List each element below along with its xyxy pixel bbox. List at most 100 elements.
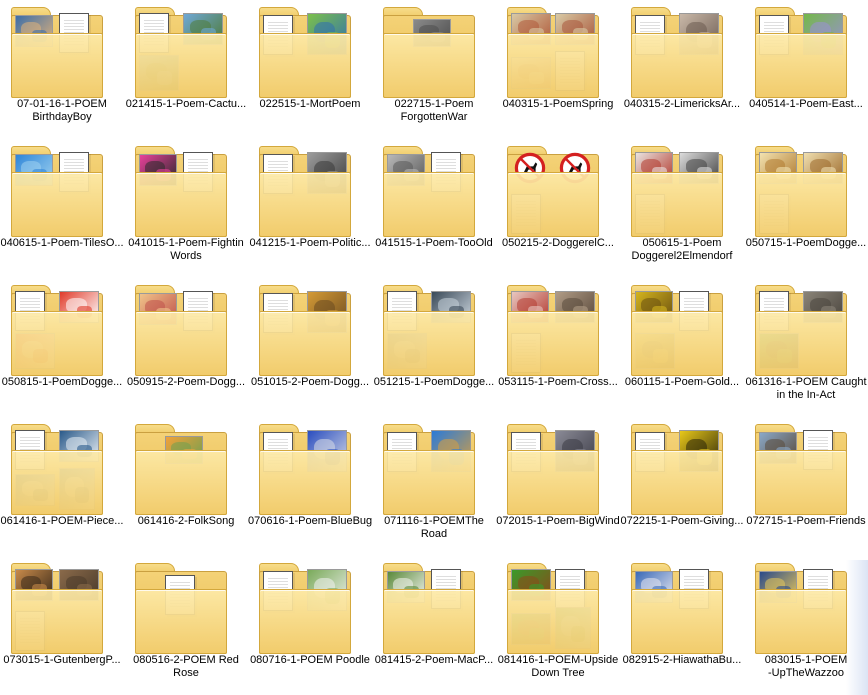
folder-item[interactable]: 072215-1-Poem-Giving...	[620, 417, 744, 556]
folder-label: 072015-1-Poem-BigWind	[496, 515, 620, 527]
folder-icon	[631, 146, 723, 237]
folder-front-panel	[755, 450, 847, 515]
folder-item[interactable]: 051015-2-Poem-Dogg...	[248, 278, 372, 417]
folder-label: 081416-1-POEM-Upside Down Tree	[497, 654, 619, 679]
folder-item[interactable]: 073015-1-GutenbergP...	[0, 556, 124, 695]
folder-item[interactable]: 061416-2-FolkSong	[124, 417, 248, 556]
folder-front-panel	[135, 450, 227, 515]
folder-front-panel	[631, 589, 723, 654]
folder-icon	[507, 146, 599, 237]
folder-item[interactable]: 071116-1-POEMThe Road	[372, 417, 496, 556]
folder-front-panel	[507, 589, 599, 654]
folder-icon	[11, 563, 103, 654]
folder-label: 073015-1-GutenbergP...	[3, 654, 121, 666]
folder-icon	[383, 563, 475, 654]
folder-label: 041215-1-Poem-Politic...	[249, 237, 371, 249]
folder-icon	[135, 146, 227, 237]
folder-label: 022515-1-MortPoem	[259, 98, 361, 110]
folder-item[interactable]: 050715-1-PoemDogge...	[744, 139, 868, 278]
folder-icon	[755, 7, 847, 98]
folder-item[interactable]: 072015-1-Poem-BigWind	[496, 417, 620, 556]
folder-front-panel	[755, 33, 847, 98]
folder-icon	[631, 7, 723, 98]
folder-label: 022715-1-Poem ForgottenWar	[394, 98, 474, 123]
folder-icon	[135, 7, 227, 98]
folder-icon	[259, 7, 351, 98]
folder-icon	[755, 424, 847, 515]
folder-item[interactable]: 081415-2-Poem-MacP...	[372, 556, 496, 695]
folder-item[interactable]: 040615-1-Poem-TilesO...	[0, 139, 124, 278]
folder-item[interactable]: 021415-1-Poem-Cactu...	[124, 0, 248, 139]
folder-front-panel	[259, 450, 351, 515]
folder-label: 050215-2-DoggerelC...	[502, 237, 614, 249]
folder-item[interactable]: 060115-1-Poem-Gold...	[620, 278, 744, 417]
scroll-edge-shade	[846, 560, 868, 695]
folder-item[interactable]: 080716-1-POEM Poodle	[248, 556, 372, 695]
folder-item[interactable]: 041515-1-Poem-TooOld	[372, 139, 496, 278]
folder-label: 080516-2-POEM Red Rose	[133, 654, 239, 679]
folder-front-panel	[11, 33, 103, 98]
folder-front-panel	[507, 33, 599, 98]
folder-front-panel	[11, 589, 103, 654]
folder-icon	[11, 285, 103, 376]
folder-front-panel	[383, 589, 475, 654]
folder-front-panel	[755, 589, 847, 654]
folder-front-panel	[259, 33, 351, 98]
folder-front-panel	[631, 450, 723, 515]
folder-item[interactable]: 061416-1-POEM-Piece...	[0, 417, 124, 556]
folder-icon	[507, 285, 599, 376]
folder-front-panel	[631, 33, 723, 98]
folder-icon	[259, 285, 351, 376]
folder-icon	[11, 7, 103, 98]
folder-item[interactable]: 022515-1-MortPoem	[248, 0, 372, 139]
folder-label: 050715-1-PoemDogge...	[745, 237, 867, 249]
folder-icon	[259, 424, 351, 515]
folder-item[interactable]: 053115-1-Poem-Cross...	[496, 278, 620, 417]
folder-label: 070616-1-Poem-BlueBug	[248, 515, 372, 527]
folder-item[interactable]: 050915-2-Poem-Dogg...	[124, 278, 248, 417]
folder-front-panel	[135, 589, 227, 654]
folder-label: 021415-1-Poem-Cactu...	[125, 98, 247, 110]
folder-front-panel	[11, 311, 103, 376]
folder-front-panel	[507, 172, 599, 237]
folder-front-panel	[755, 172, 847, 237]
folder-item[interactable]: 050215-2-DoggerelC...	[496, 139, 620, 278]
folder-item[interactable]: 082915-2-HiawathaBu...	[620, 556, 744, 695]
folder-item[interactable]: 051215-1-PoemDogge...	[372, 278, 496, 417]
folder-item[interactable]: 041215-1-Poem-Politic...	[248, 139, 372, 278]
folder-icon	[11, 424, 103, 515]
folder-item[interactable]: 040315-1-PoemSpring	[496, 0, 620, 139]
folder-label: 050815-1-PoemDogge...	[1, 376, 123, 388]
folder-item[interactable]: 050615-1-Poem Doggerel2Elmendorf	[620, 139, 744, 278]
folder-label: 040615-1-Poem-TilesO...	[0, 237, 124, 249]
folder-front-panel	[631, 311, 723, 376]
folder-front-panel	[383, 311, 475, 376]
folder-item[interactable]: 061316-1-POEM Caught in the In-Act	[744, 278, 868, 417]
folder-label: 081415-2-Poem-MacP...	[374, 654, 494, 666]
folder-item[interactable]: 072715-1-Poem-Friends	[744, 417, 868, 556]
folder-front-panel	[135, 172, 227, 237]
folder-label: 061316-1-POEM Caught in the In-Act	[745, 376, 867, 401]
folder-icon	[507, 424, 599, 515]
folder-label: 072215-1-Poem-Giving...	[620, 515, 744, 527]
folder-item[interactable]: 050815-1-PoemDogge...	[0, 278, 124, 417]
folder-label: 07-01-16-1-POEM BirthdayBoy	[17, 98, 107, 123]
folder-label: 071116-1-POEMThe Road	[384, 515, 484, 540]
folder-item[interactable]: 022715-1-Poem ForgottenWar	[372, 0, 496, 139]
folder-item[interactable]: 081416-1-POEM-Upside Down Tree	[496, 556, 620, 695]
folder-icon	[383, 7, 475, 98]
folder-item[interactable]: 07-01-16-1-POEM BirthdayBoy	[0, 0, 124, 139]
folder-item[interactable]: 070616-1-Poem-BlueBug	[248, 417, 372, 556]
folder-front-panel	[383, 450, 475, 515]
folder-front-panel	[135, 311, 227, 376]
folder-front-panel	[135, 33, 227, 98]
folder-label: 050615-1-Poem Doggerel2Elmendorf	[631, 237, 733, 262]
folder-icon	[631, 285, 723, 376]
folder-icon	[11, 146, 103, 237]
folder-item[interactable]: 041015-1-Poem-Fightin Words	[124, 139, 248, 278]
folder-front-panel	[507, 450, 599, 515]
folder-item[interactable]: 040315-2-LimericksAr...	[620, 0, 744, 139]
folder-item[interactable]: 080516-2-POEM Red Rose	[124, 556, 248, 695]
folder-item[interactable]: 040514-1-Poem-East...	[744, 0, 868, 139]
folder-icon	[135, 424, 227, 515]
